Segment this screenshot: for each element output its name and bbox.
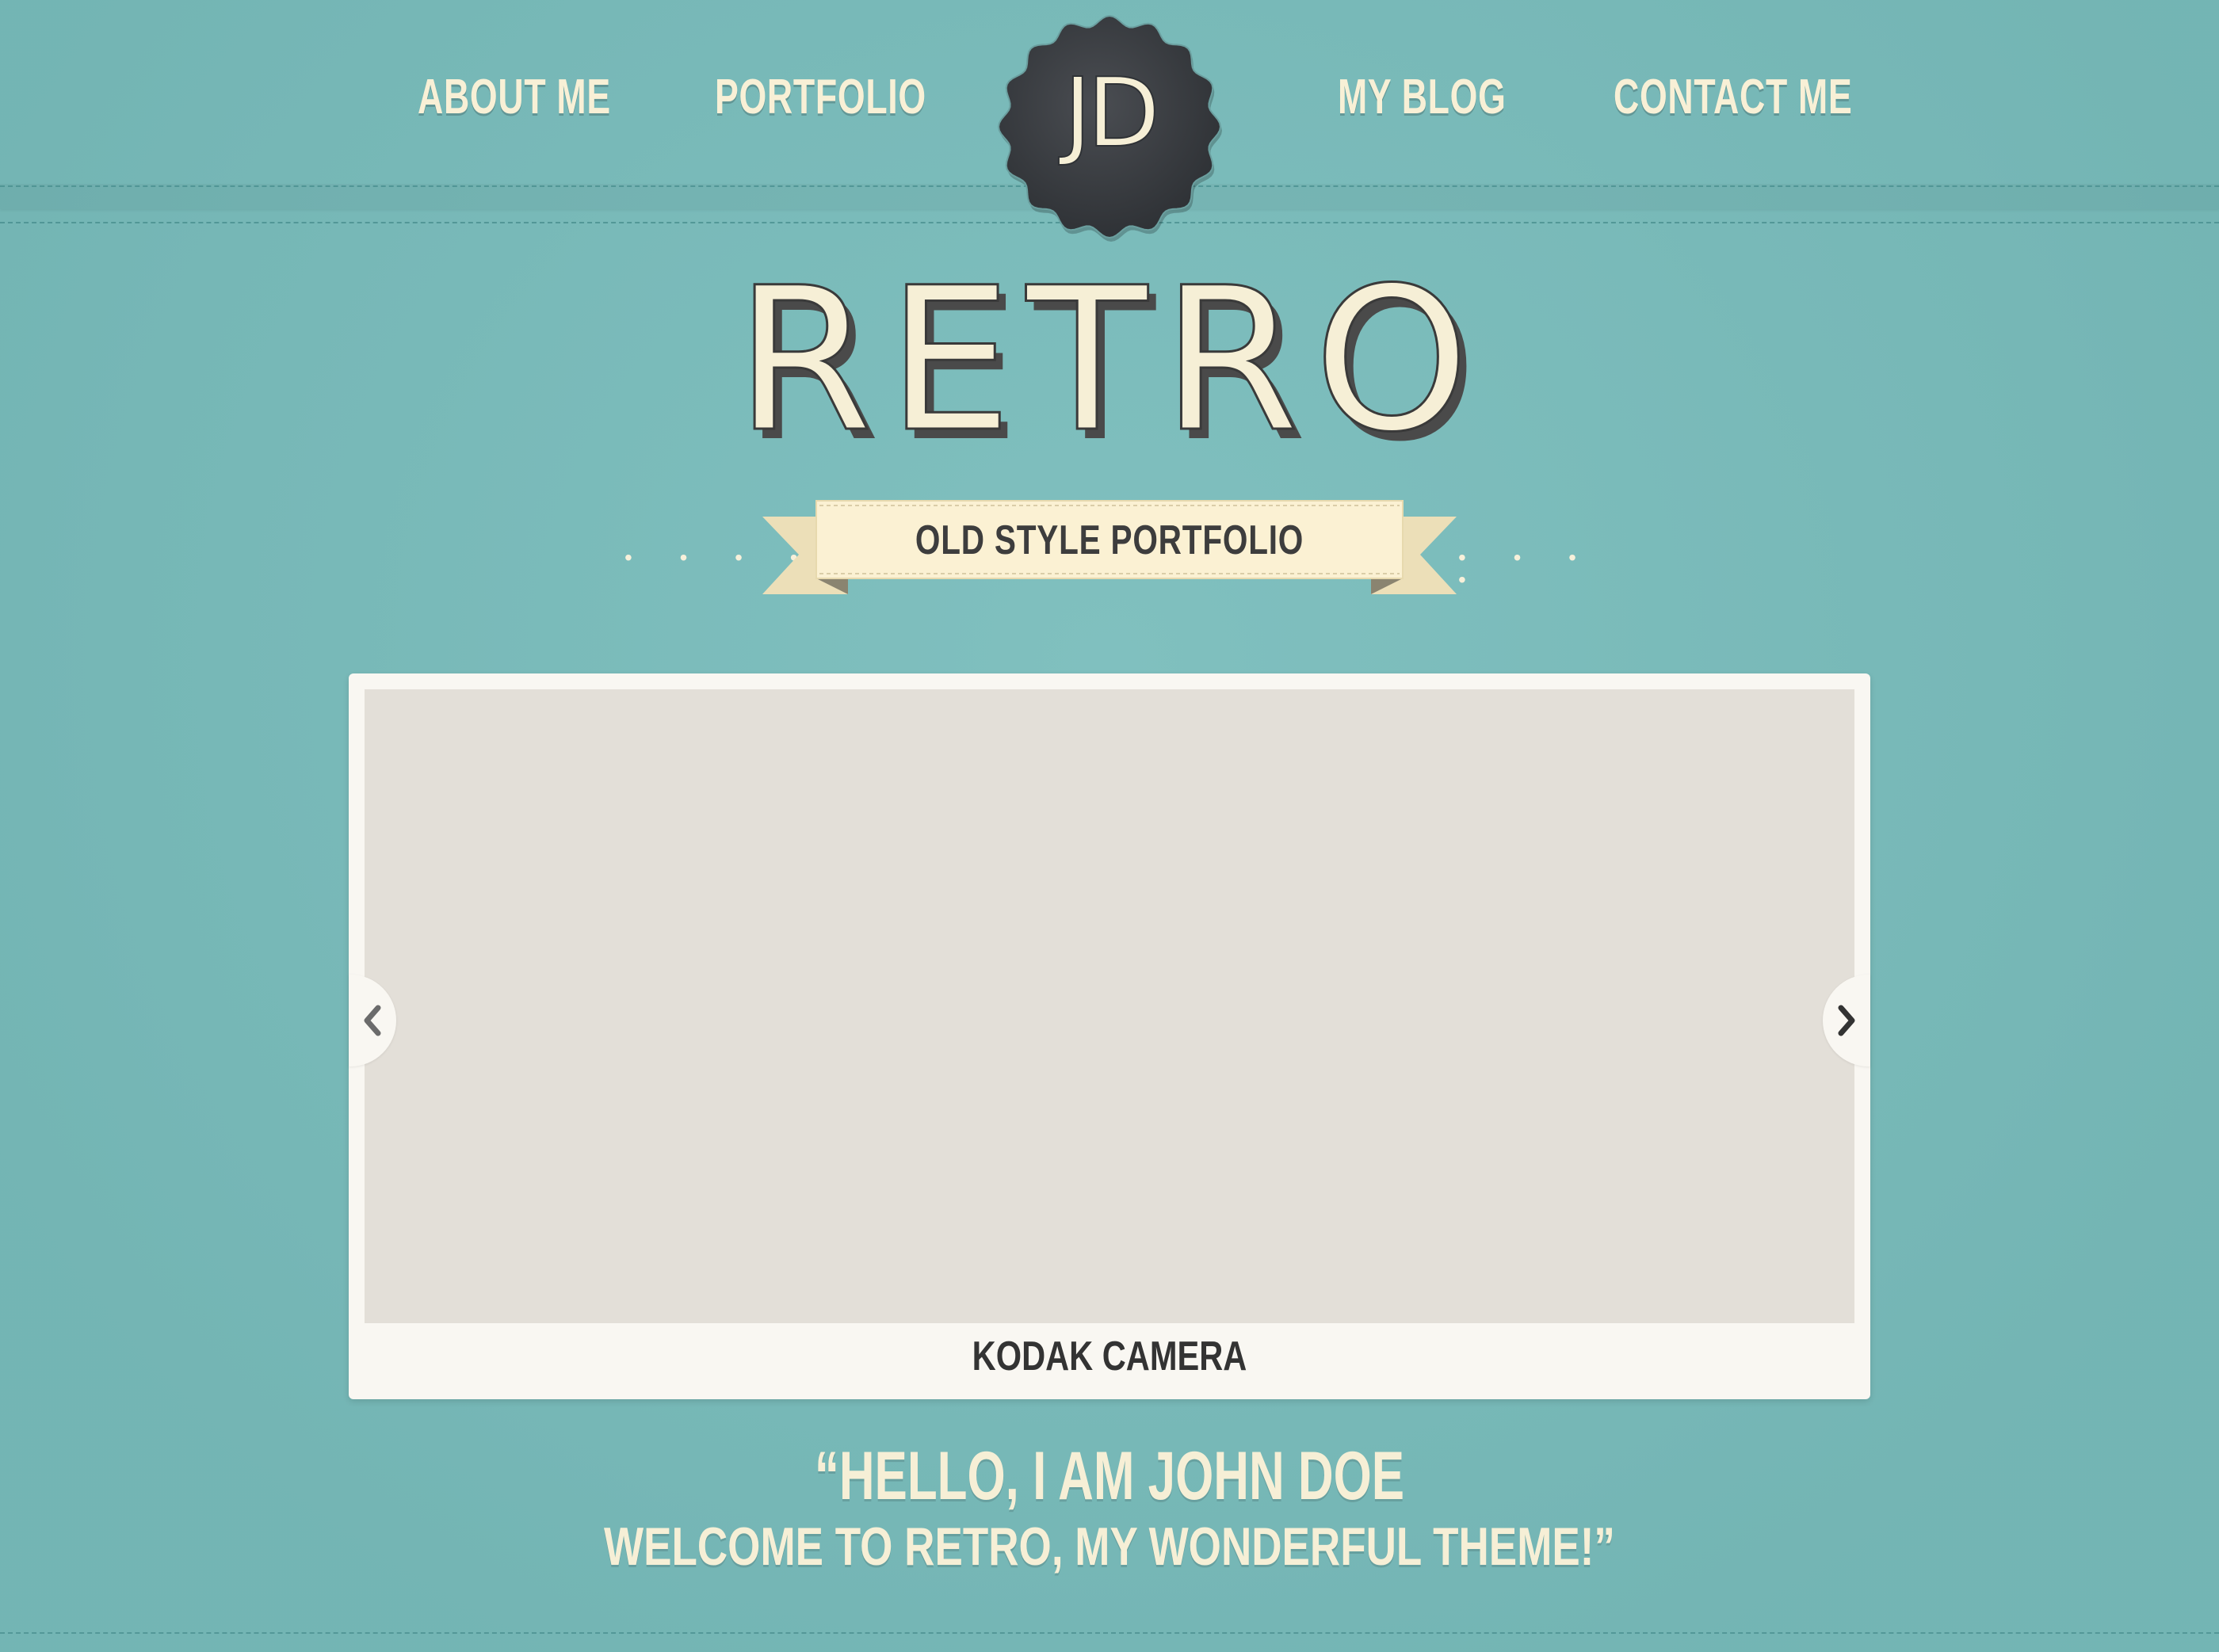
nav-portfolio[interactable]: PORTFOLIO: [715, 73, 926, 122]
ribbon-dots-right: • • • •: [1458, 545, 1597, 592]
nav-my-blog[interactable]: MY BLOG: [1338, 73, 1507, 122]
footer-divider: [0, 1632, 2219, 1634]
nav-about-me[interactable]: ABOUT ME: [418, 73, 611, 122]
greeting-block: “HELLO, I AM JOHN DOE WELCOME TO RETRO, …: [0, 1442, 2219, 1574]
slide-caption: KODAK CAMERA: [972, 1333, 1247, 1379]
greeting-line-2: WELCOME TO RETRO, MY WONDERFUL THEME!”: [604, 1517, 1615, 1577]
portfolio-slider: KODAK CAMERA: [349, 673, 1870, 1399]
chevron-right-icon: [1838, 1005, 1855, 1036]
hero-title: RETRO: [734, 245, 1484, 475]
subtitle-ribbon: • • • • OLD STYLE PORTFOLIO • • • •: [610, 491, 1609, 602]
site-header: ABOUT ME PORTFOLIO MY BLOG CONTACT ME JD: [0, 0, 2219, 242]
greeting-line-1: “HELLO, I AM JOHN DOE: [814, 1438, 1405, 1514]
slide-image: [365, 689, 1854, 1323]
logo-seal-icon: JD: [997, 14, 1222, 242]
chevron-left-icon: [364, 1005, 381, 1036]
ribbon-label: OLD STYLE PORTFOLIO: [915, 517, 1304, 563]
logo-monogram: JD: [1058, 59, 1155, 169]
nav-contact-me[interactable]: CONTACT ME: [1614, 73, 1852, 122]
logo-badge[interactable]: JD: [992, 10, 1227, 244]
